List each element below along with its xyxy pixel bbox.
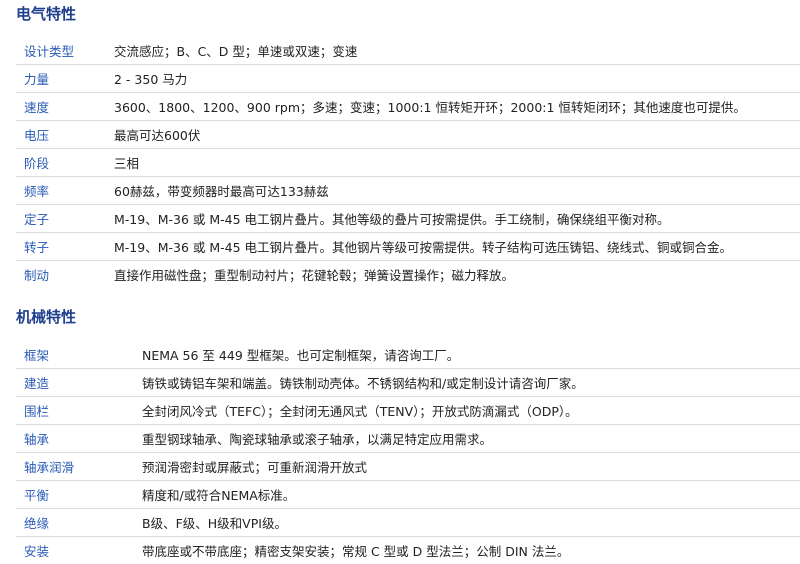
spec-row: 频率 60赫兹，带变频器时最高可达133赫兹 bbox=[16, 176, 800, 204]
spec-value: M-19、M-36 或 M-45 电工钢片叠片。其他等级的叠片可按需提供。手工绕… bbox=[114, 212, 670, 227]
spec-value: 铸铁或铸铝车架和端盖。铸铁制动壳体。不锈钢结构和/或定制设计请咨询厂家。 bbox=[142, 376, 584, 391]
spec-label: 速度 bbox=[24, 100, 50, 115]
spec-row: 电压 最高可达600伏 bbox=[16, 120, 800, 148]
spec-value: NEMA 56 至 449 型框架。也可定制框架，请咨询工厂。 bbox=[142, 347, 460, 363]
spec-label: 围栏 bbox=[24, 404, 50, 419]
spec-row: 轴承润滑 预润滑密封或屏蔽式；可重新润滑开放式 bbox=[16, 452, 800, 480]
spec-label: 建造 bbox=[24, 376, 50, 391]
spec-row: 力量 2 - 350 马力 bbox=[16, 64, 800, 92]
spec-label: 平衡 bbox=[24, 488, 50, 503]
spec-label: 安装 bbox=[24, 544, 50, 559]
spec-row: 建造 铸铁或铸铝车架和端盖。铸铁制动壳体。不锈钢结构和/或定制设计请咨询厂家。 bbox=[16, 368, 800, 396]
spec-row: 平衡 精度和/或符合NEMA标准。 bbox=[16, 480, 800, 508]
spec-row: 框架 NEMA 56 至 449 型框架。也可定制框架，请咨询工厂。 bbox=[16, 340, 800, 368]
spec-value: 预润滑密封或屏蔽式；可重新润滑开放式 bbox=[142, 460, 368, 475]
spec-label: 力量 bbox=[24, 72, 50, 87]
spec-row: 轴承 重型钢球轴承、陶瓷球轴承或滚子轴承，以满足特定应用需求。 bbox=[16, 424, 800, 452]
spec-row: 绝缘 B级、F级、H级和VPI级。 bbox=[16, 508, 800, 536]
spec-row: 阶段 三相 bbox=[16, 148, 800, 176]
spec-label: 转子 bbox=[24, 240, 50, 255]
spec-row: 设计类型 交流感应；B、C、D 型；单速或双速；变速 bbox=[16, 36, 800, 64]
spec-row: 安装 带底座或不带底座；精密支架安装；常规 C 型或 D 型法兰；公制 DIN 法… bbox=[16, 536, 800, 564]
spec-label: 轴承 bbox=[24, 432, 50, 447]
spec-label: 框架 bbox=[24, 347, 50, 363]
spec-value: B级、F级、H级和VPI级。 bbox=[142, 516, 287, 531]
spec-row: 制动 直接作用磁性盘；重型制动衬片；花键轮毂；弹簧设置操作；磁力释放。 bbox=[16, 260, 800, 288]
mechanical-section-title: 机械特性 bbox=[16, 308, 77, 326]
spec-value: 重型钢球轴承、陶瓷球轴承或滚子轴承，以满足特定应用需求。 bbox=[142, 432, 493, 447]
spec-label: 绝缘 bbox=[24, 516, 50, 531]
spec-value: 3600、1800、1200、900 rpm；多速；变速；1000:1 恒转矩开… bbox=[114, 100, 746, 115]
spec-value: 最高可达600伏 bbox=[114, 128, 201, 143]
spec-label: 频率 bbox=[24, 184, 50, 199]
spec-label: 制动 bbox=[24, 268, 50, 283]
spec-row: 定子 M-19、M-36 或 M-45 电工钢片叠片。其他等级的叠片可按需提供。手… bbox=[16, 204, 800, 232]
spec-value: 交流感应；B、C、D 型；单速或双速；变速 bbox=[114, 43, 358, 59]
spec-label: 轴承润滑 bbox=[24, 460, 75, 475]
spec-row: 速度 3600、1800、1200、900 rpm；多速；变速；1000:1 恒转… bbox=[16, 92, 800, 120]
spec-value: 带底座或不带底座；精密支架安装；常规 C 型或 D 型法兰；公制 DIN 法兰。 bbox=[142, 544, 570, 559]
spec-value: 三相 bbox=[114, 156, 140, 171]
spec-value: 全封闭风冷式（TEFC）；全封闭无通风式（TENV）；开放式防滴漏式（ODP）。 bbox=[142, 404, 578, 419]
mechanical-spec-table: 框架 NEMA 56 至 449 型框架。也可定制框架，请咨询工厂。建造 铸铁或铸铝… bbox=[16, 340, 800, 564]
electrical-section-title: 电气特性 bbox=[16, 5, 77, 23]
spec-label: 阶段 bbox=[24, 156, 50, 171]
spec-value: M-19、M-36 或 M-45 电工钢片叠片。其他钢片等级可按需提供。转子结构… bbox=[114, 240, 733, 255]
spec-value: 精度和/或符合NEMA标准。 bbox=[142, 488, 296, 503]
spec-value: 直接作用磁性盘；重型制动衬片；花键轮毂；弹簧设置操作；磁力释放。 bbox=[114, 268, 515, 283]
spec-label: 电压 bbox=[24, 128, 50, 143]
spec-label: 定子 bbox=[24, 212, 50, 227]
spec-value: 60赫兹，带变频器时最高可达133赫兹 bbox=[114, 184, 329, 199]
spec-value: 2 - 350 马力 bbox=[114, 72, 188, 87]
electrical-spec-table: 设计类型 交流感应；B、C、D 型；单速或双速；变速力量 2 - 350 马力速度 3… bbox=[16, 36, 800, 288]
spec-row: 围栏 全封闭风冷式（TEFC）；全封闭无通风式（TENV）；开放式防滴漏式（ODP… bbox=[16, 396, 800, 424]
spec-row: 转子 M-19、M-36 或 M-45 电工钢片叠片。其他钢片等级可按需提供。转子… bbox=[16, 232, 800, 260]
spec-label: 设计类型 bbox=[24, 43, 75, 59]
